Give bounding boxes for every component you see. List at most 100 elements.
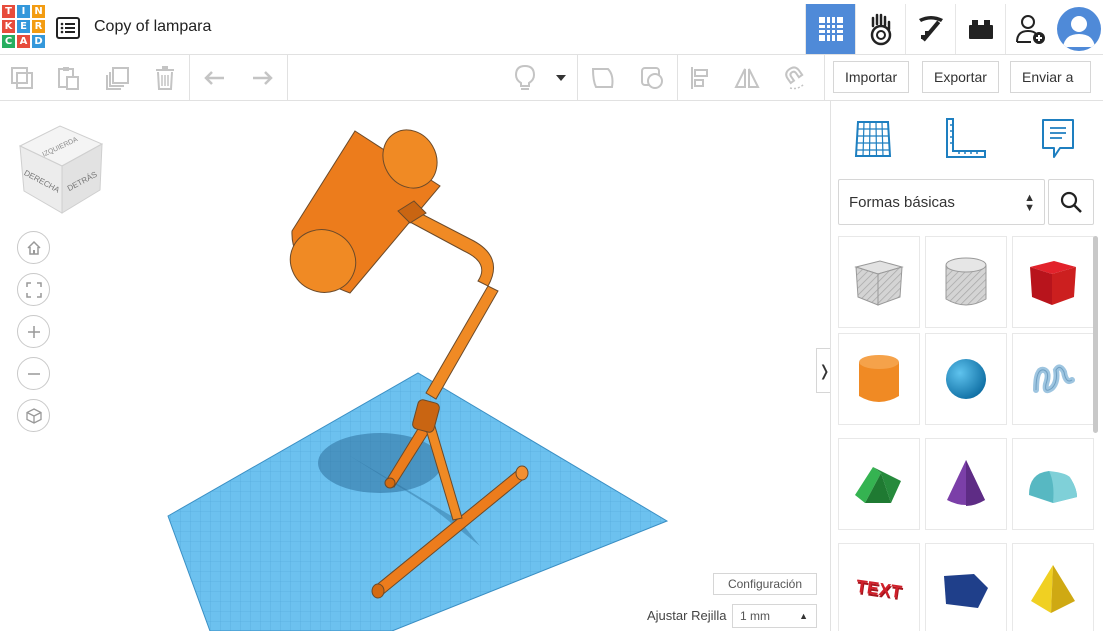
- grid-snap-label: Ajustar Rejilla: [647, 608, 727, 623]
- roof-icon: [855, 467, 901, 503]
- grid-snap-select[interactable]: 1 mm ▲: [732, 604, 817, 628]
- shapes-grid: TEXT TEXT: [838, 236, 1094, 631]
- round-roof-icon: [1029, 471, 1077, 503]
- grid-snap-value: 1 mm: [740, 609, 770, 623]
- search-icon: [1060, 191, 1082, 213]
- cube-icon: [25, 407, 42, 424]
- shape-polygon[interactable]: [925, 543, 1007, 631]
- logo-letter: A: [17, 35, 30, 48]
- add-user-icon: [1015, 15, 1045, 44]
- undo-button[interactable]: [199, 62, 231, 94]
- notes-tool-button[interactable]: [1034, 115, 1082, 163]
- shape-text[interactable]: TEXT TEXT: [838, 543, 920, 631]
- chevron-right-icon: ❭: [818, 362, 831, 380]
- shape-cylinder-hole[interactable]: [925, 236, 1007, 328]
- light-dropdown[interactable]: [550, 62, 572, 94]
- brick-icon: [968, 20, 993, 39]
- circuits-button[interactable]: [855, 4, 905, 54]
- shape-cone[interactable]: [925, 438, 1007, 530]
- fit-view-icon: [25, 281, 42, 298]
- logo-letter: C: [2, 35, 15, 48]
- perspective-button[interactable]: [17, 399, 50, 432]
- bricks-button[interactable]: [955, 4, 1005, 54]
- copy-button[interactable]: [6, 62, 38, 94]
- text-icon: TEXT TEXT: [855, 576, 904, 604]
- solid-button[interactable]: [587, 62, 619, 94]
- hand-icon: [870, 13, 891, 46]
- caret-down-icon: [556, 75, 566, 81]
- tinkercad-logo[interactable]: TIN KER CAD: [0, 5, 45, 51]
- logo-letter: K: [2, 20, 15, 33]
- send-to-button[interactable]: Enviar a: [1010, 61, 1091, 93]
- shape-scribble[interactable]: [1012, 333, 1094, 425]
- select-arrows-icon: ▲ ▼: [1024, 192, 1035, 214]
- sphere-icon: [946, 359, 986, 399]
- shape-pyramid[interactable]: [1012, 543, 1094, 631]
- box-icon: [1030, 261, 1076, 305]
- notes-icon: [1042, 119, 1074, 158]
- trash-icon: [156, 66, 174, 90]
- minecraft-button[interactable]: [905, 4, 955, 54]
- scribble-icon: [1033, 364, 1075, 394]
- redo-button[interactable]: [246, 62, 278, 94]
- logo-letter: T: [2, 5, 15, 18]
- light-button[interactable]: [509, 62, 541, 94]
- edit-toolbar: Importar Exportar Enviar a: [0, 55, 1103, 101]
- cone-icon: [947, 460, 985, 506]
- duplicate-icon: [106, 67, 129, 90]
- home-icon: [26, 240, 41, 255]
- duplicate-button[interactable]: [102, 62, 134, 94]
- polygon-icon: [944, 574, 988, 608]
- cylinder-hole-icon: [945, 257, 987, 306]
- shape-category-value: Formas básicas: [849, 193, 955, 211]
- search-shapes-button[interactable]: [1048, 179, 1094, 225]
- hole-button[interactable]: [636, 62, 668, 94]
- export-button[interactable]: Exportar: [922, 61, 999, 93]
- 3d-viewport[interactable]: IZQUIERDA DERECHA DETRÁS: [0, 101, 830, 631]
- zoom-in-button[interactable]: [17, 315, 50, 348]
- shape-box[interactable]: [1012, 236, 1094, 328]
- cruise-button[interactable]: [778, 62, 810, 94]
- logo-letter: N: [32, 5, 45, 18]
- delete-button[interactable]: [149, 62, 181, 94]
- shape-cylinder[interactable]: [838, 333, 920, 425]
- mirror-button[interactable]: [731, 62, 763, 94]
- invite-user-button[interactable]: [1005, 4, 1055, 54]
- magnet-icon: [785, 66, 805, 90]
- workplane-grid-icon: [854, 121, 892, 157]
- avatar: [1057, 7, 1101, 51]
- design-list-icon[interactable]: [56, 17, 80, 39]
- shape-roof[interactable]: [838, 438, 920, 530]
- ruler-tool-button[interactable]: [941, 115, 989, 163]
- copy-icon: [11, 67, 33, 89]
- paste-button[interactable]: [52, 62, 84, 94]
- import-button[interactable]: Importar: [833, 61, 910, 93]
- minus-icon: [27, 372, 40, 375]
- workplane-tool-button[interactable]: [849, 115, 897, 163]
- grid-view-button[interactable]: [805, 4, 855, 54]
- view-cube[interactable]: IZQUIERDA DERECHA DETRÁS: [18, 125, 104, 214]
- shape-category-select[interactable]: Formas básicas ▲ ▼: [838, 179, 1045, 225]
- shape-box-hole[interactable]: [838, 236, 920, 328]
- fit-view-button[interactable]: [17, 273, 50, 306]
- caret-up-icon: ▲: [799, 611, 808, 621]
- logo-letter: R: [32, 20, 45, 33]
- logo-letter: D: [32, 35, 45, 48]
- pyramid-icon: [1031, 565, 1075, 613]
- shape-round-roof[interactable]: [1012, 438, 1094, 530]
- home-view-button[interactable]: [17, 231, 50, 264]
- zoom-out-button[interactable]: [17, 357, 50, 390]
- grid-icon: [818, 17, 843, 41]
- shape-sphere[interactable]: [925, 333, 1007, 425]
- settings-button[interactable]: Configuración: [713, 573, 817, 595]
- hole-shape-icon: [641, 67, 663, 89]
- user-avatar-button[interactable]: [1055, 4, 1103, 54]
- align-button[interactable]: [685, 62, 717, 94]
- project-title[interactable]: Copy of lampara: [94, 18, 211, 36]
- paste-icon: [58, 67, 79, 90]
- plus-icon: [27, 325, 40, 338]
- shapes-scrollbar[interactable]: [1093, 236, 1098, 433]
- box-hole-icon: [854, 260, 904, 306]
- pickaxe-icon: [918, 16, 943, 42]
- undo-icon: [204, 71, 224, 85]
